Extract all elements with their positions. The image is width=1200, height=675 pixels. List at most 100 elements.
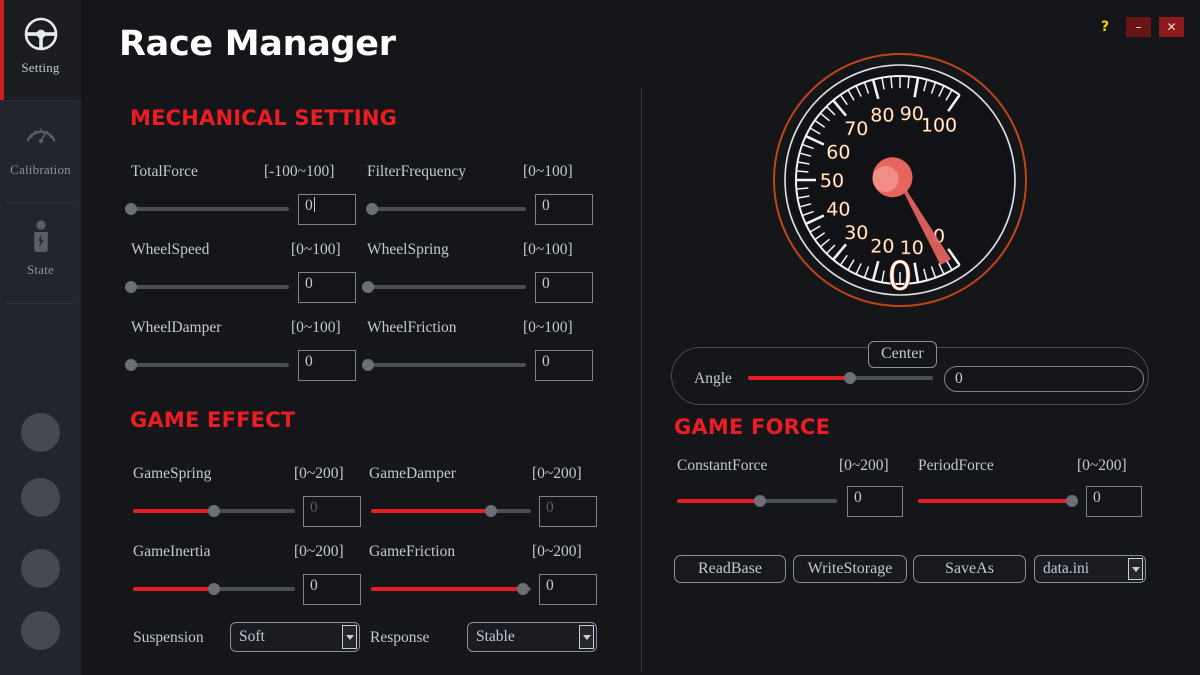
- sidebar-item-state[interactable]: State: [0, 216, 81, 278]
- slider-track: [368, 363, 526, 367]
- slider-knob[interactable]: [125, 359, 137, 371]
- slider-totalforce[interactable]: [125, 201, 289, 217]
- app-window: Setting Calibration State Race Manager ?…: [0, 0, 1200, 675]
- slider-knob[interactable]: [517, 583, 529, 595]
- read-base-button[interactable]: ReadBase: [674, 555, 786, 583]
- sidebar-item-calibration[interactable]: Calibration: [0, 116, 81, 178]
- slider-knob[interactable]: [362, 281, 374, 293]
- slider-fill: [133, 509, 214, 513]
- slider-constantforce[interactable]: [677, 493, 837, 509]
- slider-knob[interactable]: [843, 372, 856, 384]
- slider-knob[interactable]: [208, 505, 220, 517]
- write-storage-button[interactable]: WriteStorage: [793, 555, 907, 583]
- chevron-down-icon[interactable]: [342, 625, 357, 649]
- help-icon[interactable]: ?: [1098, 19, 1112, 35]
- game-effect-title: GAME EFFECT: [130, 408, 296, 432]
- sidebar-item-label-setting: Setting: [21, 60, 60, 75]
- input-totalforce[interactable]: 0: [298, 194, 356, 225]
- gauge-readout: 0: [887, 254, 912, 300]
- slider-knob[interactable]: [366, 203, 378, 215]
- slider-knob[interactable]: [362, 359, 374, 371]
- minimize-button[interactable]: –: [1126, 17, 1151, 37]
- dropdown-response[interactable]: Stable: [467, 622, 597, 652]
- param-range-totalforce: [-100~100]: [264, 163, 335, 180]
- close-button[interactable]: ✕: [1159, 17, 1184, 37]
- sidebar-divider-3: [6, 303, 75, 304]
- gauge-tick-label: 100: [921, 114, 957, 136]
- slider-gamespring[interactable]: [133, 503, 295, 519]
- slider-knob[interactable]: [208, 583, 220, 595]
- person-icon: [0, 216, 81, 260]
- text-caret: [313, 197, 315, 212]
- slider-wheelspring[interactable]: [362, 279, 526, 295]
- globe-icon-3[interactable]: [21, 549, 60, 588]
- globe-icon-1[interactable]: [21, 413, 60, 452]
- input-wheelspring[interactable]: 0: [535, 272, 593, 303]
- input-filterfrequency[interactable]: 0: [535, 194, 593, 225]
- slider-knob[interactable]: [1065, 495, 1078, 507]
- window-controls: ? – ✕: [1098, 17, 1184, 37]
- center-button[interactable]: Center: [868, 341, 937, 368]
- input-constantforce[interactable]: 0: [847, 486, 903, 517]
- slider-fill: [918, 499, 1072, 503]
- input-periodforce[interactable]: 0: [1086, 486, 1142, 517]
- dropdown-file[interactable]: data.ini: [1034, 555, 1146, 583]
- slider-track: [368, 207, 526, 211]
- slider-gameinertia[interactable]: [133, 581, 295, 597]
- dropdown-suspension[interactable]: Soft: [230, 622, 360, 652]
- slider-knob[interactable]: [125, 203, 137, 215]
- slider-gamefriction[interactable]: [371, 581, 531, 597]
- label-response: Response: [370, 629, 430, 646]
- param-range-gameinertia: [0~200]: [294, 543, 344, 560]
- gauge-tick-label: 70: [844, 118, 868, 140]
- input-gameinertia[interactable]: 0: [303, 574, 361, 605]
- param-range-wheelfriction: [0~100]: [523, 319, 573, 336]
- param-label-filterfrequency: FilterFrequency: [367, 163, 467, 180]
- label-suspension: Suspension: [133, 629, 204, 646]
- gauge-tick-label: 60: [826, 141, 850, 163]
- sidebar-item-label-calibration: Calibration: [10, 162, 71, 177]
- slider-wheeldamper[interactable]: [125, 357, 289, 373]
- slider-knob[interactable]: [125, 281, 137, 293]
- param-label-gameinertia: GameInertia: [133, 543, 211, 560]
- chevron-down-icon[interactable]: [1128, 558, 1143, 580]
- save-as-button[interactable]: SaveAs: [913, 555, 1026, 583]
- slider-angle[interactable]: [748, 370, 933, 386]
- slider-track: [368, 285, 526, 289]
- input-value-totalforce: 0: [305, 197, 313, 214]
- gauge-tick-label: 80: [870, 104, 894, 126]
- input-gamefriction[interactable]: 0: [539, 574, 597, 605]
- slider-knob[interactable]: [485, 505, 497, 517]
- sidebar: Setting Calibration State: [0, 0, 81, 675]
- param-range-periodforce: [0~200]: [1077, 457, 1127, 474]
- slider-filterfrequency[interactable]: [366, 201, 526, 217]
- globe-icon-4[interactable]: [21, 611, 60, 650]
- param-label-periodforce: PeriodForce: [918, 457, 994, 474]
- slider-gamedamper[interactable]: [371, 503, 531, 519]
- sidebar-divider-1: [6, 100, 75, 101]
- input-wheelspeed[interactable]: 0: [298, 272, 356, 303]
- input-angle[interactable]: 0: [944, 366, 1144, 392]
- sidebar-panel: [0, 100, 81, 675]
- column-divider: [641, 88, 642, 672]
- slider-wheelspeed[interactable]: [125, 279, 289, 295]
- slider-knob[interactable]: [754, 495, 767, 507]
- slider-fill: [748, 376, 850, 380]
- slider-fill: [133, 587, 214, 591]
- input-wheelfriction[interactable]: 0: [535, 350, 593, 381]
- param-label-constantforce: ConstantForce: [677, 457, 768, 474]
- param-range-wheelspring: [0~100]: [523, 241, 573, 258]
- speed-gauge: 0 10 20 30 40 50 60 70 80 90 100 0: [772, 52, 1028, 308]
- input-gamespring[interactable]: 0: [303, 496, 361, 527]
- gauge-icon: [0, 116, 81, 160]
- chevron-down-icon[interactable]: [579, 625, 594, 649]
- globe-icon-2[interactable]: [21, 478, 60, 517]
- slider-wheelfriction[interactable]: [362, 357, 526, 373]
- input-wheeldamper[interactable]: 0: [298, 350, 356, 381]
- input-gamedamper[interactable]: 0: [539, 496, 597, 527]
- page-title: Race Manager: [119, 24, 396, 64]
- slider-periodforce[interactable]: [918, 493, 1078, 509]
- game-force-title: GAME FORCE: [674, 415, 831, 439]
- slider-fill: [371, 587, 523, 591]
- sidebar-item-setting[interactable]: Setting: [0, 14, 81, 76]
